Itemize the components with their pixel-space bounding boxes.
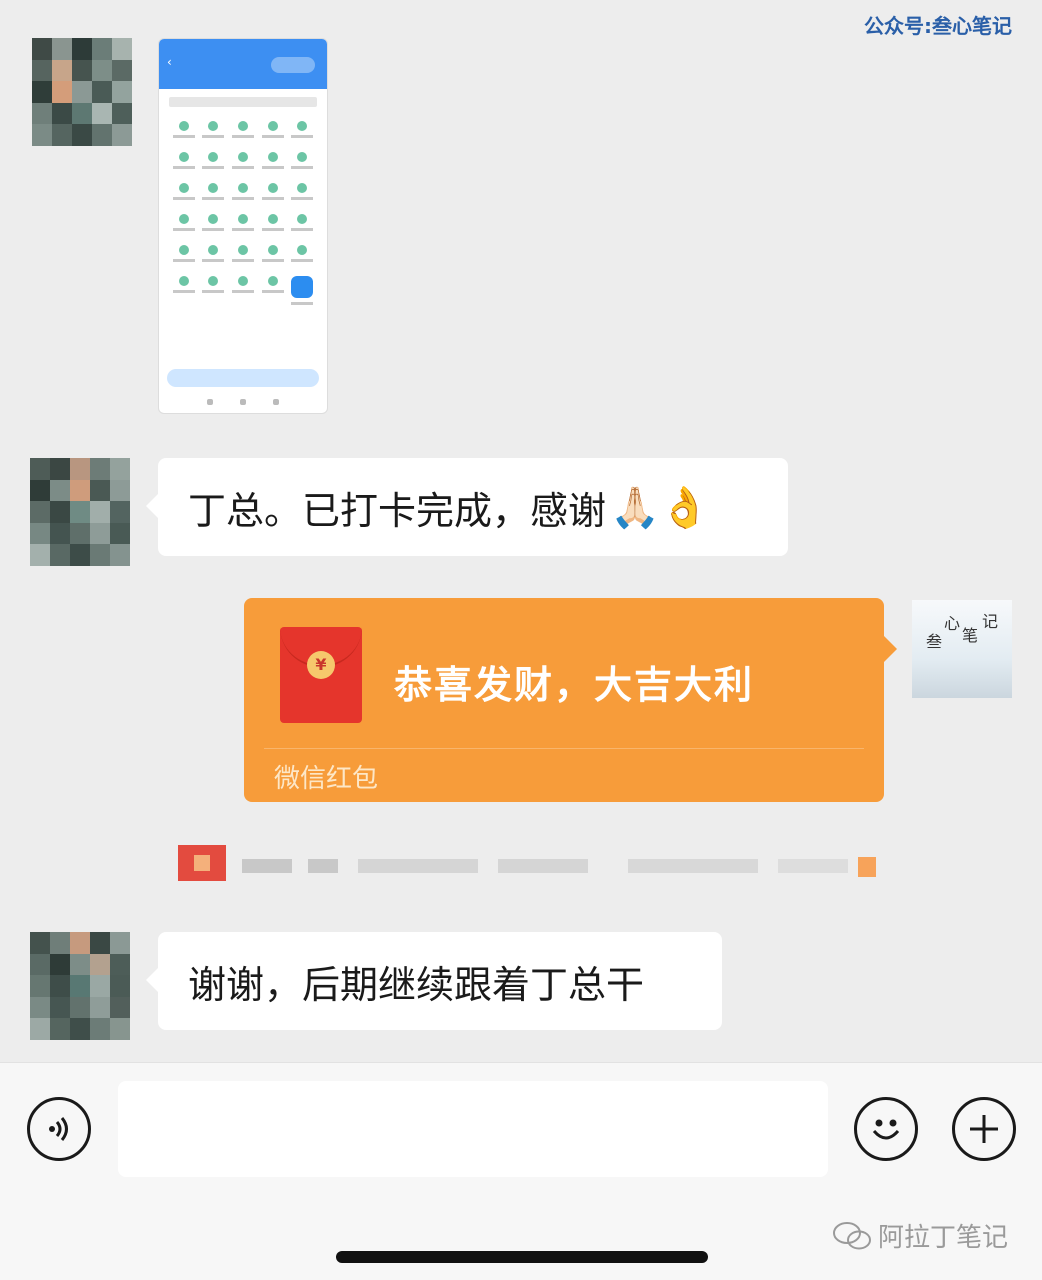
bottom-watermark-text: 阿拉丁笔记 <box>877 1223 1008 1253</box>
coin-icon: ¥ <box>307 651 335 679</box>
input-bar: 阿拉丁笔记 <box>0 1062 1042 1280</box>
wechat-logo-icon <box>832 1221 871 1249</box>
thumb-back-icon: ‹ <box>167 55 172 69</box>
more-button[interactable] <box>952 1097 1016 1161</box>
system-notice <box>178 845 878 885</box>
message-bubble[interactable]: 谢谢，后期继续跟着丁总干 <box>146 932 722 1030</box>
home-indicator[interactable] <box>336 1251 708 1263</box>
red-packet-label: 微信红包 <box>274 764 379 794</box>
thumb-nav <box>159 399 327 405</box>
emoji-icons: 🙏🏻👌 <box>610 484 710 531</box>
voice-button[interactable] <box>27 1097 91 1161</box>
red-packet-divider <box>264 748 864 749</box>
my-avatar[interactable]: 心 叁 笔 记 <box>912 600 1012 698</box>
message-text: 谢谢，后期继续跟着丁总干 <box>188 962 645 1007</box>
thumb-header: ‹ <box>159 39 327 89</box>
contact-avatar[interactable] <box>30 458 130 566</box>
thumb-line <box>169 97 317 107</box>
red-packet[interactable]: ¥ 恭喜发财，大吉大利 微信红包 <box>244 598 897 802</box>
top-watermark: 公众号:叁心笔记 <box>864 14 1012 38</box>
thumb-button <box>167 369 319 387</box>
message-bubble[interactable]: 丁总。已打卡完成，感谢 🙏🏻👌 <box>146 458 788 556</box>
message-input[interactable] <box>118 1081 828 1177</box>
red-envelope-icon: ¥ <box>280 627 362 723</box>
thumb-grid <box>159 115 327 311</box>
chat-screen: 公众号:叁心笔记 ‹ 丁总。已打卡完成，感谢 🙏🏻👌 ¥ 恭喜发财，大吉大利 微… <box>0 0 1042 1280</box>
screenshot-image[interactable]: ‹ <box>158 38 328 414</box>
red-packet-greeting: 恭喜发财，大吉大利 <box>394 663 755 707</box>
smiley-icon <box>872 1119 900 1140</box>
emoji-button[interactable] <box>854 1097 918 1161</box>
contact-avatar[interactable] <box>32 38 132 146</box>
bottom-watermark: 阿拉丁笔记 <box>832 1217 1008 1254</box>
red-packet-small-icon <box>178 845 226 881</box>
plus-icon <box>970 1115 998 1143</box>
contact-avatar[interactable] <box>30 932 130 1040</box>
voice-icon <box>49 1117 68 1141</box>
message-text: 丁总。已打卡完成，感谢 <box>188 488 607 533</box>
thumb-pill <box>271 57 315 73</box>
